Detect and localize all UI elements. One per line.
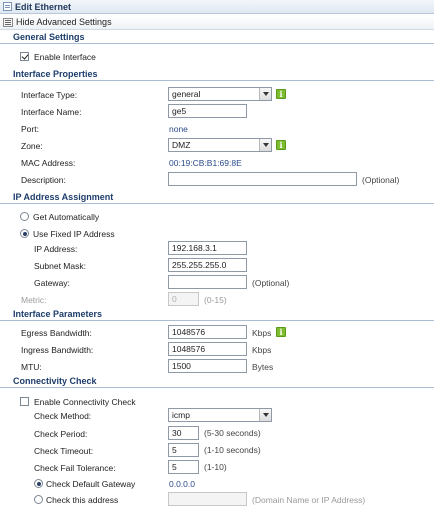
check-timeout-hint: (1-10 seconds) (204, 445, 261, 455)
interface-type-value: general (172, 89, 201, 99)
info-icon[interactable]: i (276, 327, 286, 337)
metric-input[interactable]: 0 (168, 292, 199, 306)
enable-interface-label: Enable Interface (34, 52, 96, 62)
window-title: Edit Ethernet (15, 1, 72, 12)
gateway-input[interactable] (168, 275, 247, 289)
port-value: none (169, 124, 188, 134)
interface-type-label: Interface Type: (21, 90, 78, 100)
check-default-gateway-radio[interactable] (34, 479, 43, 488)
mtu-input[interactable]: 1500 (168, 359, 247, 373)
interface-name-label: Interface Name: (21, 107, 82, 117)
interface-properties-heading: Interface Properties (0, 68, 434, 81)
connectivity-check-heading: Connectivity Check (0, 375, 434, 388)
use-fixed-ip-radio[interactable] (20, 229, 29, 238)
chevron-down-icon (259, 139, 271, 151)
hide-advanced-settings-label: Hide Advanced Settings (16, 17, 112, 27)
chevron-down-icon (259, 88, 271, 100)
egress-bandwidth-input[interactable]: 1048576 (168, 325, 247, 339)
general-settings-heading: General Settings (0, 31, 434, 44)
gateway-label: Gateway: (34, 278, 70, 288)
interface-name-input[interactable]: ge5 (168, 104, 247, 118)
mac-address-value: 00:19:CB:B1:69:8E (169, 158, 242, 168)
subnet-mask-input[interactable]: 255.255.255.0 (168, 258, 247, 272)
metric-hint: (0-15) (204, 295, 227, 305)
ip-address-label: IP Address: (34, 244, 78, 254)
check-method-label: Check Method: (34, 411, 92, 421)
interface-type-select[interactable]: general (168, 87, 272, 101)
use-fixed-ip-label: Use Fixed IP Address (33, 229, 115, 239)
get-automatically-radio[interactable] (20, 212, 29, 221)
check-default-gateway-value: 0.0.0.0 (169, 479, 195, 489)
check-method-value: icmp (172, 410, 190, 420)
check-period-hint: (5-30 seconds) (204, 428, 261, 438)
mtu-label: MTU: (21, 362, 42, 372)
mtu-unit: Bytes (252, 362, 274, 372)
subnet-mask-label: Subnet Mask: (34, 261, 86, 271)
port-label: Port: (21, 124, 39, 134)
info-icon[interactable]: i (276, 140, 286, 150)
ip-address-input[interactable]: 192.168.3.1 (168, 241, 247, 255)
egress-bandwidth-label: Egress Bandwidth: (21, 328, 92, 338)
egress-bandwidth-unit: Kbps (252, 328, 272, 338)
check-method-select[interactable]: icmp (168, 408, 272, 422)
description-hint: (Optional) (362, 175, 400, 185)
ingress-bandwidth-input[interactable]: 1048576 (168, 342, 247, 356)
check-period-input[interactable]: 30 (168, 426, 199, 440)
check-fail-tolerance-label: Check Fail Tolerance: (34, 463, 116, 473)
chevron-down-icon (259, 409, 271, 421)
window-icon (3, 2, 12, 11)
check-timeout-label: Check Timeout: (34, 446, 94, 456)
description-input[interactable] (168, 172, 357, 186)
zone-select[interactable]: DMZ (168, 138, 272, 152)
ip-address-assignment-heading: IP Address Assignment (0, 191, 434, 204)
window-titlebar: Edit Ethernet (0, 0, 434, 14)
check-this-address-radio[interactable] (34, 495, 43, 504)
info-icon[interactable]: i (276, 89, 286, 99)
hide-advanced-settings-button[interactable]: Hide Advanced Settings (0, 15, 434, 30)
check-period-label: Check Period: (34, 429, 88, 439)
enable-interface-checkbox[interactable] (20, 52, 29, 61)
check-this-address-label: Check this address (46, 495, 119, 505)
metric-label: Metric: (21, 295, 47, 305)
advanced-settings-icon (3, 17, 13, 27)
enable-connectivity-check-checkbox[interactable] (20, 397, 29, 406)
check-this-address-hint: (Domain Name or IP Address) (252, 495, 366, 505)
get-automatically-label: Get Automatically (33, 212, 100, 222)
gateway-hint: (Optional) (252, 278, 290, 288)
description-label: Description: (21, 175, 66, 185)
check-fail-tolerance-input[interactable]: 5 (168, 460, 199, 474)
enable-connectivity-check-label: Enable Connectivity Check (34, 397, 136, 407)
interface-parameters-heading: Interface Parameters (0, 308, 434, 321)
check-timeout-input[interactable]: 5 (168, 443, 199, 457)
check-fail-tolerance-hint: (1-10) (204, 462, 227, 472)
ingress-bandwidth-unit: Kbps (252, 345, 272, 355)
ingress-bandwidth-label: Ingress Bandwidth: (21, 345, 94, 355)
zone-value: DMZ (172, 140, 191, 150)
zone-label: Zone: (21, 141, 43, 151)
mac-address-label: MAC Address: (21, 158, 76, 168)
check-default-gateway-label: Check Default Gateway (46, 479, 136, 489)
check-this-address-input[interactable] (168, 492, 247, 506)
